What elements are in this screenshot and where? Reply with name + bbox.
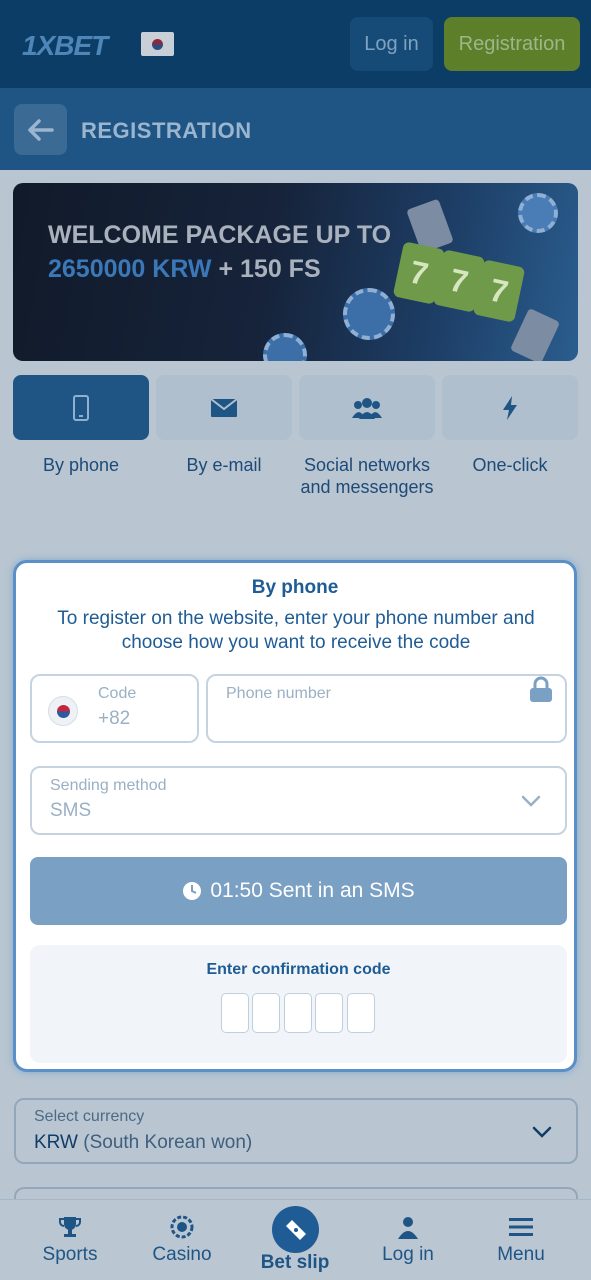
confirmation-code-title: Enter confirmation code <box>206 961 391 978</box>
tab-by-phone[interactable] <box>13 375 149 440</box>
nav-menu[interactable]: Menu <box>466 1200 576 1280</box>
slot-machine-illustration: 7 7 7 <box>392 233 548 343</box>
tab-one-click[interactable] <box>442 375 578 440</box>
nav-betslip-label: Bet slip <box>260 1252 330 1273</box>
nav-menu-label: Menu <box>497 1244 545 1265</box>
code-value: +82 <box>98 708 131 729</box>
currency-value: KRW (South Korean won) <box>34 1132 252 1154</box>
user-icon <box>398 1217 418 1239</box>
registration-button[interactable]: Registration <box>444 17 580 71</box>
nav-login[interactable]: Log in <box>353 1200 463 1280</box>
tab-by-email[interactable] <box>156 375 292 440</box>
casino-chip-decoration <box>343 288 395 340</box>
nav-sports[interactable]: Sports <box>15 1200 125 1280</box>
code-digit-input[interactable] <box>221 993 249 1033</box>
tab-social-networks[interactable] <box>299 375 435 440</box>
hamburger-menu-icon <box>509 1218 533 1236</box>
resend-sms-button[interactable]: 01:50 Sent in an SMS <box>30 857 567 925</box>
phone-placeholder: Phone number <box>226 685 331 702</box>
tab-label-social-networks: Social networks and messengers <box>300 455 434 497</box>
lightning-icon <box>503 395 517 420</box>
chevron-down-icon <box>521 795 541 807</box>
form-description: To register on the website, enter your p… <box>57 608 535 653</box>
back-button[interactable] <box>14 104 67 155</box>
code-label: Code <box>98 685 137 702</box>
banner-bonus: + 150 FS <box>211 255 321 283</box>
tab-label-by-phone: By phone <box>42 455 120 475</box>
promo-banner[interactable]: WELCOME PACKAGE UP TO 2650000 KRW + 150 … <box>13 183 578 361</box>
banner-amount-line: 2650000 KRW + 150 FS <box>48 255 321 284</box>
code-digit-input[interactable] <box>347 993 375 1033</box>
brand-logo[interactable]: 1XBET <box>22 30 108 62</box>
currency-name: (South Korean won) <box>83 1132 253 1153</box>
korea-flag-icon <box>48 696 78 726</box>
currency-code: KRW <box>34 1132 78 1153</box>
tab-label-one-click: One-click <box>472 455 548 475</box>
phone-icon <box>73 394 89 421</box>
phone-number-input[interactable]: Phone number <box>206 674 567 743</box>
currency-label: Select currency <box>34 1108 145 1125</box>
top-header: 1XBET Log in Registration <box>0 0 591 88</box>
nav-login-label: Log in <box>382 1244 434 1265</box>
registration-header: REGISTRATION <box>0 88 591 170</box>
casino-chip-icon <box>170 1215 194 1239</box>
nav-casino-label: Casino <box>152 1244 212 1265</box>
tab-label-by-email: By e-mail <box>186 455 262 475</box>
envelope-icon <box>210 397 238 417</box>
nav-casino[interactable]: Casino <box>127 1200 237 1280</box>
currency-select[interactable]: Select currency KRW (South Korean won) <box>14 1098 578 1164</box>
country-code-field[interactable]: Code +82 <box>30 674 199 743</box>
banner-amount: 2650000 KRW <box>48 255 212 283</box>
ticket-icon <box>285 1219 306 1240</box>
clock-icon <box>183 882 202 900</box>
login-button[interactable]: Log in <box>350 17 433 71</box>
code-digit-input[interactable] <box>315 993 343 1033</box>
lock-icon <box>530 676 552 702</box>
people-icon <box>352 397 382 419</box>
sending-method-label: Sending method <box>50 777 167 794</box>
sending-method-select[interactable]: Sending method SMS <box>30 766 567 835</box>
korea-flag-icon[interactable] <box>141 32 174 56</box>
sending-method-value: SMS <box>50 800 92 821</box>
confirmation-code-panel: Enter confirmation code <box>30 945 567 1063</box>
banner-headline: WELCOME PACKAGE UP TO <box>48 221 392 249</box>
nav-sports-label: Sports <box>42 1244 98 1265</box>
form-title: By phone <box>251 577 339 598</box>
resend-sms-label: 01:50 Sent in an SMS <box>210 879 415 902</box>
phone-registration-card: By phone To register on the website, ent… <box>13 560 577 1072</box>
arrow-left-icon <box>27 118 54 141</box>
nav-betslip[interactable] <box>272 1206 319 1253</box>
casino-chip-decoration <box>518 193 558 233</box>
casino-chip-decoration <box>263 333 307 361</box>
code-digit-input[interactable] <box>284 993 312 1033</box>
trophy-icon <box>59 1217 81 1237</box>
chevron-down-icon <box>532 1126 552 1138</box>
page-title: REGISTRATION <box>81 118 252 143</box>
code-digit-input[interactable] <box>252 993 280 1033</box>
